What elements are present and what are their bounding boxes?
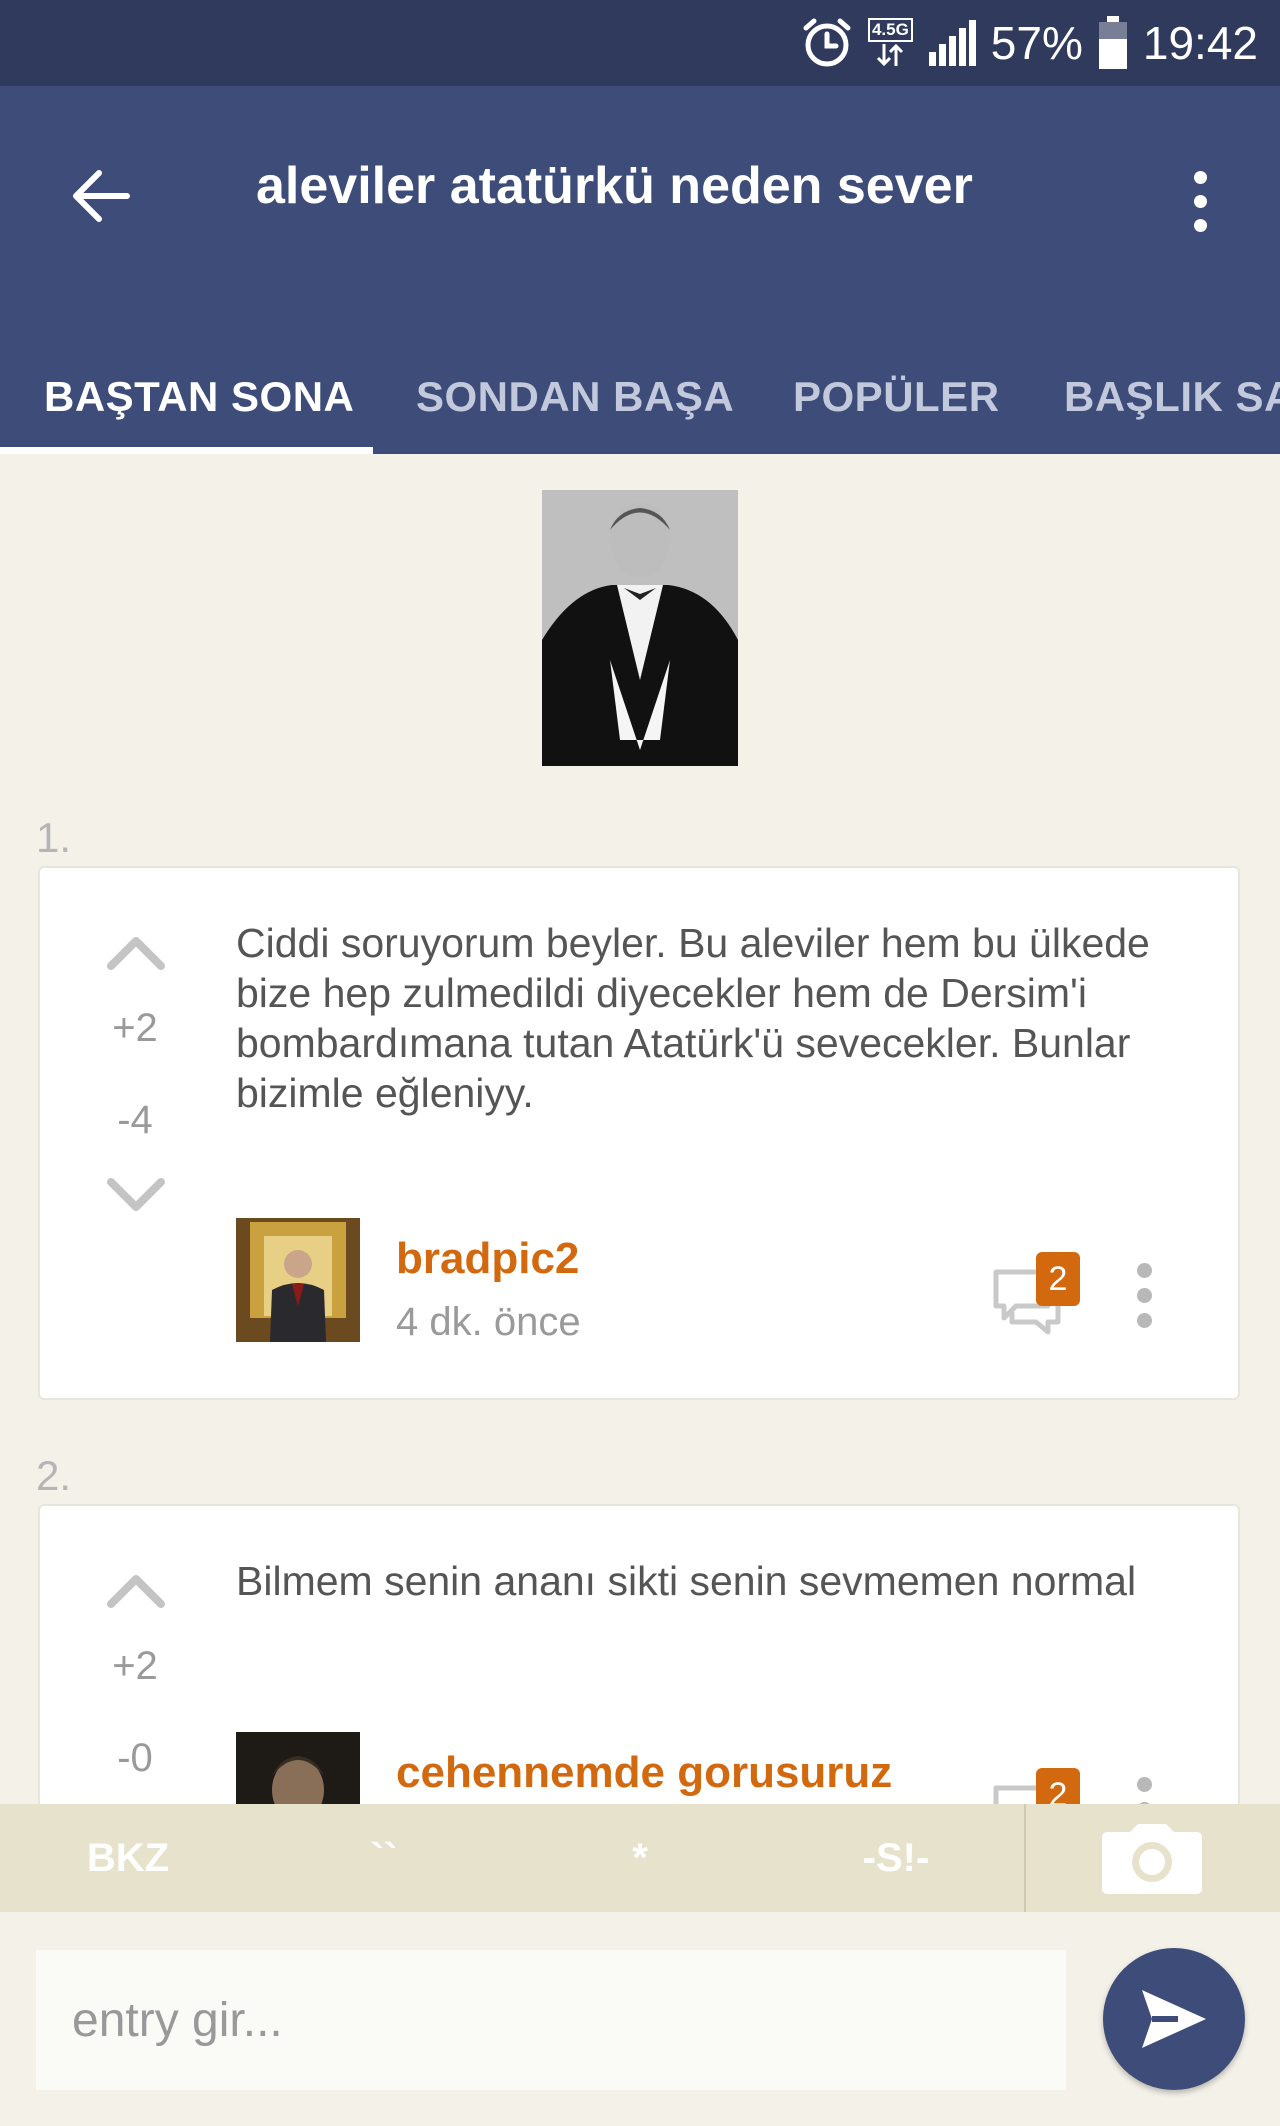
comments-button[interactable]: 2 [992,1768,1082,1804]
overflow-menu-button[interactable] [1160,151,1240,251]
camera-button[interactable] [1100,1822,1204,1896]
entry-number: 1. [36,814,72,861]
clock: 19:42 [1142,17,1258,69]
author-name[interactable]: cehennemde gorusuruz [396,1748,892,1798]
entry-card: +2 -4 Ciddi soruyorum beyler. Bu alevile… [38,866,1240,1400]
downvote-button[interactable] [96,1170,176,1220]
send-button[interactable] [1103,1948,1245,2090]
entry-number: 2. [36,1452,72,1499]
entry-more-button[interactable] [1124,1250,1164,1340]
author-avatar[interactable] [236,1732,360,1804]
topic-image[interactable] [542,490,738,766]
battery-icon [1097,15,1129,71]
arrow-left-icon [73,170,130,222]
entry-text: Ciddi soruyorum beyler. Bu aleviler hem … [236,920,1150,1116]
bkz-button[interactable]: BKZ [48,1804,208,1912]
downvote-count: -4 [117,1098,153,1142]
composer [0,1912,1280,2126]
tab-baslik-sahibi[interactable]: BAŞLIK SAH [1064,336,1280,454]
back-button[interactable] [50,146,150,246]
active-tab-indicator [0,447,373,454]
entry-text: Bilmem senin ananı sikti senin sevmemen … [236,1558,1137,1604]
comment-count-badge: 2 [1036,1252,1080,1306]
entry-card: +2 -0 Bilmem senin ananı sikti senin sev… [38,1504,1240,1804]
network-type: 4.5G [867,18,913,42]
more-vertical-icon [1193,170,1207,184]
author-avatar[interactable] [236,1218,360,1342]
comments-button[interactable]: 2 [992,1252,1082,1335]
format-toolbar: BKZ `` * -S!- [0,1804,1280,1912]
upvote-button[interactable] [96,1566,176,1616]
tab-bastan-sona[interactable]: BAŞTAN SONA [44,336,354,454]
tab-sondan-basa[interactable]: SONDAN BAŞA [416,336,734,454]
app-bar: aleviler atatürkü neden sever BAŞTAN SON… [0,86,1280,454]
chevron-up-icon [107,937,165,970]
status-icons: 4.5G 57% 19:42 [800,0,1258,86]
more-vertical-icon [1136,1262,1152,1278]
network-4g-icon: 4.5G [867,18,913,68]
entry-more-button[interactable] [1124,1764,1164,1804]
upvote-count: +2 [112,1644,158,1688]
camera-icon [1102,1824,1202,1894]
asterisk-button[interactable]: * [560,1804,720,1912]
author-name[interactable]: bradpic2 [396,1234,579,1284]
entry-time: 4 dk. önce [396,1300,581,1344]
comment-count-badge: 2 [1036,1768,1080,1804]
send-icon [1142,1990,1206,2048]
backtick-button[interactable]: `` [304,1804,464,1912]
toolbar-divider [1024,1804,1026,1912]
upvote-count: +2 [112,1006,158,1050]
entry-input[interactable] [36,1950,1066,2090]
signal-icon [927,18,977,68]
chevron-down-icon [107,1178,165,1211]
more-vertical-icon [1136,1776,1152,1792]
tab-bar: BAŞTAN SONA SONDAN BAŞA POPÜLER BAŞLIK S… [0,336,1280,454]
battery-percent: 57% [990,17,1083,69]
spoiler-button[interactable]: -S!- [816,1804,976,1912]
entry-list[interactable]: 1. +2 -4 Ciddi soruyorum beyler. Bu alev… [0,454,1280,1804]
downvote-count: -0 [117,1736,153,1780]
status-bar: 4.5G 57% 19:42 [0,0,1280,86]
tab-populer[interactable]: POPÜLER [793,336,1000,454]
topic-title: aleviler atatürkü neden sever [256,157,973,215]
alarm-icon [800,16,854,70]
upvote-button[interactable] [96,928,176,978]
chevron-up-icon [107,1575,165,1608]
